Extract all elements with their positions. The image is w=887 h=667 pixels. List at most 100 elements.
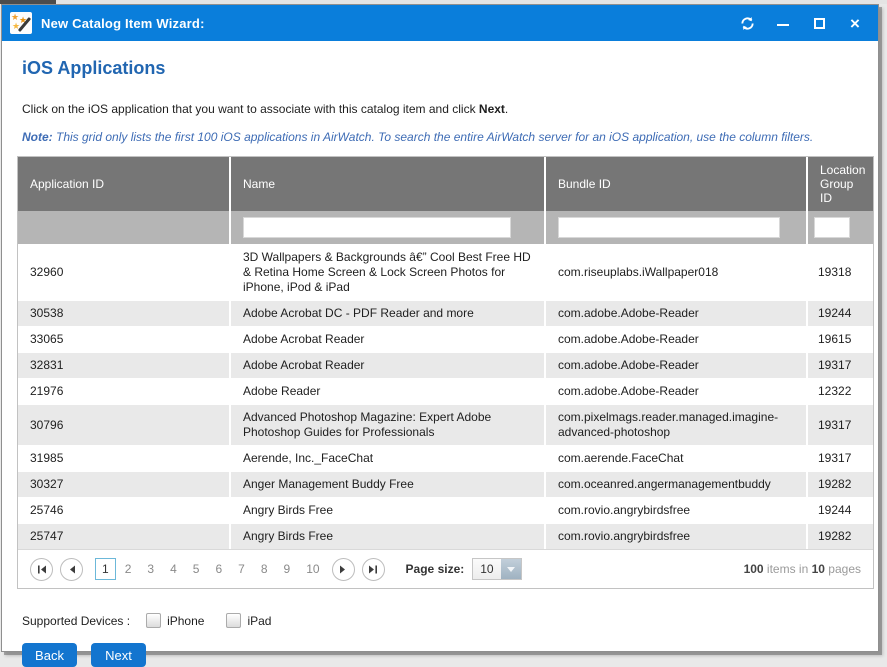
cell-app-id: 32960: [30, 265, 219, 280]
page-title: iOS Applications: [22, 58, 863, 79]
last-page-button[interactable]: [362, 558, 385, 581]
cell-location-group-id: 19317: [818, 418, 863, 433]
grid-header-row: Application ID Name Bundle ID Location G…: [18, 157, 873, 211]
minimize-button[interactable]: [772, 12, 794, 34]
summary-text: pages: [825, 562, 861, 576]
table-row[interactable]: 25747 Angry Birds Free com.rovio.angrybi…: [18, 523, 873, 549]
page-number-3[interactable]: 3: [140, 559, 161, 579]
cell-name: Adobe Reader: [243, 384, 534, 399]
back-button[interactable]: Back: [22, 643, 77, 667]
refresh-icon: [740, 16, 755, 31]
pagination-bar: 1 2 3 4 5 6 7 8 9 10 Page size:: [18, 549, 873, 588]
pagination-summary: 100 items in 10 pages: [744, 562, 861, 576]
next-page-icon: [339, 565, 347, 574]
column-header-location-group-id: Location Group ID: [808, 157, 873, 211]
instruction-prefix: Click on the iOS application that you wa…: [22, 102, 479, 116]
cell-bundle-id: com.oceanred.angermanagementbuddy: [558, 477, 796, 492]
cell-name: Advanced Photoshop Magazine: Expert Adob…: [243, 410, 534, 440]
instruction-suffix: .: [505, 102, 508, 116]
cell-bundle-id: com.rovio.angrybirdsfree: [558, 529, 796, 544]
table-row[interactable]: 31985 Aerende, Inc._FaceChat com.aerende…: [18, 445, 873, 471]
table-row[interactable]: 30327 Anger Management Buddy Free com.oc…: [18, 471, 873, 497]
window-title: New Catalog Item Wizard:: [41, 16, 205, 31]
cell-location-group-id: 19317: [818, 358, 863, 373]
page-size-dropdown[interactable]: 10: [472, 558, 522, 580]
cell-app-id: 33065: [30, 332, 219, 347]
cell-app-id: 32831: [30, 358, 219, 373]
cell-app-id: 25746: [30, 503, 219, 518]
page-number-4[interactable]: 4: [163, 559, 184, 579]
close-button[interactable]: ×: [844, 12, 866, 34]
cell-app-id: 25747: [30, 529, 219, 544]
previous-page-icon: [68, 565, 76, 574]
supported-devices-row: Supported Devices : iPhone iPad: [22, 613, 863, 628]
page-number-8[interactable]: 8: [254, 559, 275, 579]
note-label: Note:: [22, 130, 53, 144]
cell-name: Angry Birds Free: [243, 529, 534, 544]
table-row[interactable]: 32960 3D Wallpapers & Backgrounds â€” Co…: [18, 244, 873, 300]
chevron-down-icon: [501, 559, 521, 579]
next-page-button[interactable]: [332, 558, 355, 581]
maximize-button[interactable]: [808, 12, 830, 34]
titlebar: ★ ★ ★ New Catalog Item Wizard: ×: [2, 5, 878, 41]
cell-location-group-id: 19282: [818, 477, 863, 492]
last-page-icon: [368, 565, 378, 574]
cell-location-group-id: 19282: [818, 529, 863, 544]
page-number-2[interactable]: 2: [118, 559, 139, 579]
maximize-icon: [814, 18, 825, 29]
cell-location-group-id: 12322: [818, 384, 863, 399]
minimize-icon: [777, 24, 789, 26]
wizard-app-icon: ★ ★ ★: [10, 12, 32, 34]
cell-location-group-id: 19244: [818, 503, 863, 518]
cell-location-group-id: 19615: [818, 332, 863, 347]
cell-name: Adobe Acrobat Reader: [243, 332, 534, 347]
table-row[interactable]: 25746 Angry Birds Free com.rovio.angrybi…: [18, 497, 873, 523]
page-number-7[interactable]: 7: [231, 559, 252, 579]
cell-bundle-id: com.riseuplabs.iWallpaper018: [558, 265, 796, 280]
column-header-name: Name: [231, 157, 546, 211]
table-row[interactable]: 32831 Adobe Acrobat Reader com.adobe.Ado…: [18, 352, 873, 378]
page-number-9[interactable]: 9: [277, 559, 298, 579]
table-row[interactable]: 30538 Adobe Acrobat DC - PDF Reader and …: [18, 300, 873, 326]
cell-bundle-id: com.rovio.angrybirdsfree: [558, 503, 796, 518]
ipad-checkbox[interactable]: [226, 613, 241, 628]
previous-page-button[interactable]: [60, 558, 83, 581]
column-header-bundle-id: Bundle ID: [546, 157, 808, 211]
pages-count: 10: [812, 562, 825, 576]
cell-app-id: 31985: [30, 451, 219, 466]
table-row[interactable]: 30796 Advanced Photoshop Magazine: Exper…: [18, 404, 873, 445]
cell-name: Aerende, Inc._FaceChat: [243, 451, 534, 466]
supported-devices-label: Supported Devices :: [22, 614, 130, 628]
page-size-label: Page size:: [406, 562, 465, 576]
close-icon: ×: [850, 15, 860, 32]
location-group-id-filter-input[interactable]: [814, 217, 850, 238]
page-size-value: 10: [473, 559, 501, 579]
cell-bundle-id: com.aerende.FaceChat: [558, 451, 796, 466]
instruction-text: Click on the iOS application that you wa…: [22, 102, 863, 116]
name-filter-input[interactable]: [243, 217, 511, 238]
cell-bundle-id: com.adobe.Adobe-Reader: [558, 306, 796, 321]
filter-cell-application-id: [18, 211, 231, 244]
refresh-button[interactable]: [736, 12, 758, 34]
table-row[interactable]: 33065 Adobe Acrobat Reader com.adobe.Ado…: [18, 326, 873, 352]
page-number-6[interactable]: 6: [208, 559, 229, 579]
first-page-button[interactable]: [30, 558, 53, 581]
page-number-10[interactable]: 10: [299, 559, 326, 579]
iphone-checkbox-label: iPhone: [167, 614, 204, 628]
grid-filter-row: [18, 211, 873, 244]
bundle-id-filter-input[interactable]: [558, 217, 780, 238]
page-number-1[interactable]: 1: [95, 558, 116, 580]
cell-bundle-id: com.pixelmags.reader.managed.imagine-adv…: [558, 410, 796, 440]
items-count: 100: [744, 562, 764, 576]
cell-location-group-id: 19244: [818, 306, 863, 321]
page-number-5[interactable]: 5: [186, 559, 207, 579]
cell-app-id: 30796: [30, 418, 219, 433]
iphone-checkbox[interactable]: [146, 613, 161, 628]
next-button[interactable]: Next: [91, 643, 146, 667]
summary-text: items in: [764, 562, 812, 576]
note-text: Note: This grid only lists the first 100…: [22, 130, 863, 144]
table-row[interactable]: 21976 Adobe Reader com.adobe.Adobe-Reade…: [18, 378, 873, 404]
cell-bundle-id: com.adobe.Adobe-Reader: [558, 384, 796, 399]
cell-app-id: 30327: [30, 477, 219, 492]
cell-bundle-id: com.adobe.Adobe-Reader: [558, 332, 796, 347]
